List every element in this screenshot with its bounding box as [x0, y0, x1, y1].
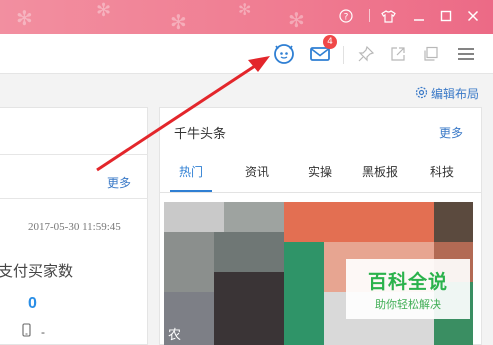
top-toolbar: 4: [0, 34, 493, 74]
phone-icon: [22, 323, 31, 340]
stat-label: 支付买家数: [0, 263, 74, 280]
share-icon[interactable]: [386, 42, 410, 66]
tab-practice[interactable]: 实操: [298, 163, 342, 180]
image-caption-text: 农: [168, 327, 182, 342]
window-icon[interactable]: [419, 42, 443, 66]
update-timestamp: 2017-05-30 11:59:45: [28, 221, 121, 233]
panel-title: 千牛头条: [174, 126, 227, 141]
tab-hot[interactable]: 热门: [169, 163, 213, 180]
tab-blackboard[interactable]: 黑板报: [358, 163, 402, 180]
left-panel: 更多 2017-05-30 11:59:45 支付买家数 0 -: [0, 107, 148, 345]
tab-news[interactable]: 资讯: [235, 163, 279, 180]
chat-bot-icon[interactable]: [272, 42, 296, 66]
tshirt-skin-icon[interactable]: [377, 5, 399, 27]
watermark-logo: 百科全说 助你轻松解决: [346, 259, 470, 319]
headlines-tabs: 热门 资讯 实操 黑板报 科技: [160, 163, 481, 193]
watermark-subtitle: 助你轻松解决: [375, 298, 441, 311]
pin-icon[interactable]: [354, 42, 378, 66]
watermark-title: 百科全说: [367, 271, 448, 293]
panel-divider: [0, 154, 148, 155]
svg-text:?: ?: [344, 13, 349, 23]
snowflake-decoration: ✻: [96, 0, 112, 21]
snowflake-decoration: ✻: [16, 6, 33, 30]
headlines-more-link[interactable]: 更多: [439, 124, 463, 141]
panel-divider: [0, 198, 148, 199]
help-icon[interactable]: ?: [335, 5, 357, 27]
minimize-icon[interactable]: [408, 5, 430, 27]
tab-tech[interactable]: 科技: [420, 163, 464, 180]
title-divider: [369, 9, 370, 22]
device-value: -: [41, 324, 45, 339]
stat-value[interactable]: 0: [28, 295, 37, 313]
edit-layout-link[interactable]: 编辑布局: [415, 85, 479, 102]
active-tab-indicator: [170, 190, 212, 192]
mail-count-badge: 4: [323, 35, 337, 49]
close-icon[interactable]: [462, 5, 484, 27]
edit-layout-label: 编辑布局: [430, 87, 479, 101]
toolbar-divider: [343, 46, 344, 64]
snowflake-decoration: ✻: [288, 8, 305, 32]
left-more-link[interactable]: 更多: [107, 174, 131, 191]
menu-icon[interactable]: [454, 42, 478, 66]
maximize-icon[interactable]: [435, 5, 457, 27]
device-row: -: [22, 323, 45, 340]
gear-icon: [415, 86, 428, 102]
snowflake-decoration: ✻: [170, 10, 187, 34]
snowflake-decoration: ✻: [238, 0, 252, 19]
title-bar: ✻ ✻ ✻ ✻ ✻ ?: [0, 0, 493, 34]
